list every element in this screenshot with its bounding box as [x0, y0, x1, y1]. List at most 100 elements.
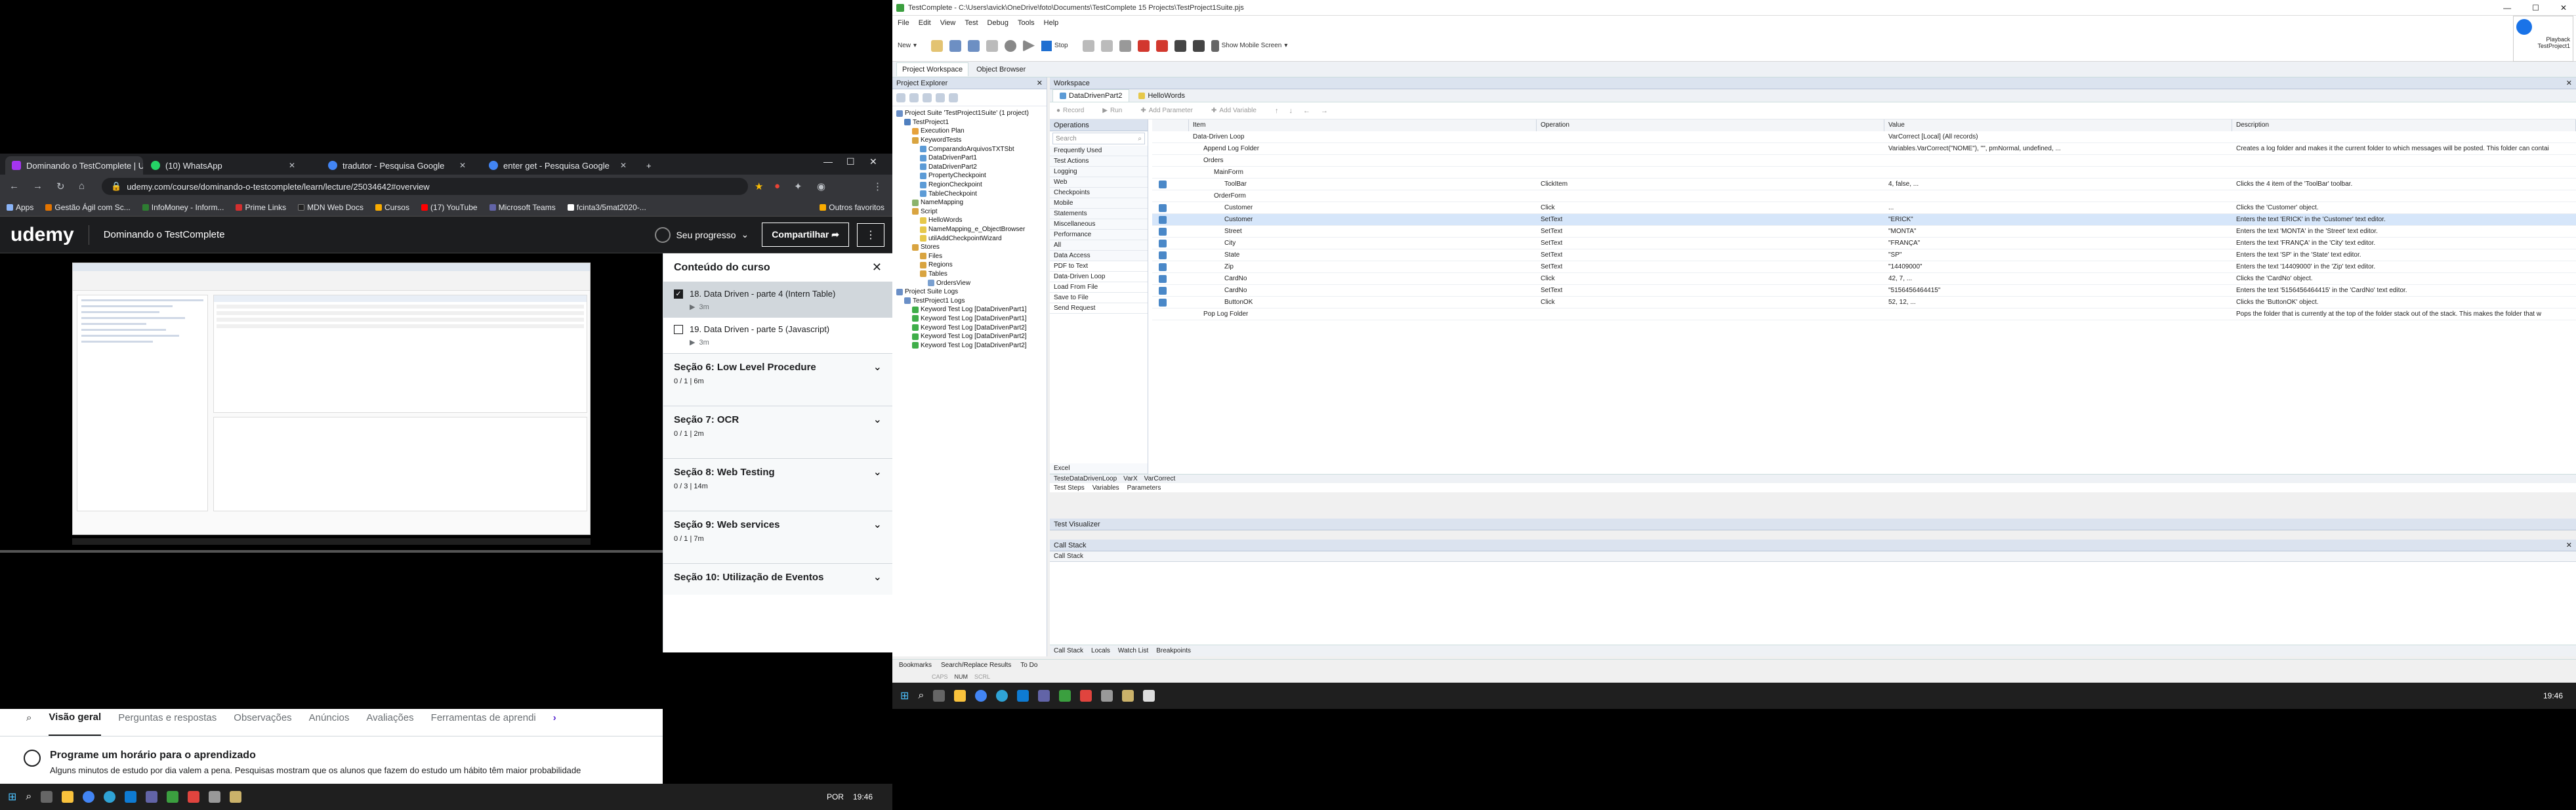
- windows-start-icon[interactable]: ⊞: [8, 790, 16, 803]
- language-indicator[interactable]: POR: [827, 792, 844, 801]
- table-row[interactable]: Street SetText "MONTA" Enters the text 'MON…: [1152, 226, 2576, 238]
- save-all-icon[interactable]: [968, 39, 980, 52]
- strip-item[interactable]: VarCorrect: [1144, 475, 1176, 482]
- bookmark-item[interactable]: fcinta3/5mat2020-...: [567, 203, 646, 212]
- checkpoint-icon[interactable]: [1174, 39, 1186, 52]
- course-title[interactable]: Dominando o TestComplete: [104, 229, 225, 240]
- video-progress-bar[interactable]: [0, 550, 663, 553]
- table-row[interactable]: Pop Log Folder Pops the folder that is cu…: [1152, 309, 2576, 320]
- operations-item[interactable]: Load From File: [1050, 282, 1148, 293]
- tree-item[interactable]: PropertyCheckpoint: [892, 171, 1047, 181]
- tree-item[interactable]: Keyword Test Log [DataDrivenPart1]: [892, 314, 1047, 324]
- close-tab-icon[interactable]: ✕: [459, 161, 466, 170]
- tab-reviews[interactable]: Avaliações: [366, 712, 413, 723]
- chrome-icon[interactable]: [83, 791, 95, 803]
- save-icon[interactable]: [949, 39, 962, 52]
- menu-view[interactable]: View: [940, 19, 956, 27]
- table-row[interactable]: CardNo SetText "5156456464415" Enters the t…: [1152, 285, 2576, 297]
- edge-icon[interactable]: [104, 791, 116, 803]
- tab-test-steps[interactable]: Test Steps: [1054, 484, 1085, 492]
- star-icon[interactable]: ★: [755, 181, 763, 192]
- teams-icon[interactable]: [146, 791, 158, 803]
- strip-item[interactable]: TesteDataDrivenLoop: [1054, 475, 1117, 482]
- task-view-icon[interactable]: [933, 690, 945, 702]
- tab-todo[interactable]: To Do: [1020, 662, 1037, 669]
- table-row[interactable]: OrderForm: [1152, 190, 2576, 202]
- tab-breakpoints[interactable]: Breakpoints: [1156, 647, 1191, 654]
- tree-item[interactable]: Keyword Test Log [DataDrivenPart2]: [892, 341, 1047, 350]
- menu-edit[interactable]: Edit: [919, 19, 931, 27]
- refresh-icon[interactable]: [936, 93, 945, 102]
- record-icon[interactable]: [1005, 39, 1017, 52]
- operations-item[interactable]: Test Actions: [1050, 156, 1148, 167]
- chrome-icon[interactable]: [975, 690, 987, 702]
- run-icon[interactable]: [949, 93, 958, 102]
- extension-icon[interactable]: ●: [774, 181, 780, 192]
- menu-test[interactable]: Test: [965, 19, 978, 27]
- col-header-item[interactable]: Item: [1189, 119, 1537, 131]
- close-icon[interactable]: ✕: [1037, 79, 1043, 87]
- edge-icon[interactable]: [996, 690, 1008, 702]
- vscode-icon[interactable]: [125, 791, 137, 803]
- section-item[interactable]: Seção 10: Utilização de Eventos ⌄: [663, 563, 892, 595]
- tab-call-stack[interactable]: Call Stack: [1054, 647, 1083, 654]
- open-icon[interactable]: [931, 39, 944, 52]
- tree-item[interactable]: Regions: [892, 261, 1047, 270]
- bookmark-item[interactable]: (17) YouTube: [421, 203, 478, 212]
- move-up-icon[interactable]: ↑: [1275, 107, 1279, 115]
- udemy-logo[interactable]: udemy: [10, 224, 74, 246]
- col-header-value[interactable]: Value: [1884, 119, 2232, 131]
- tab-announcements[interactable]: Anúncios: [309, 712, 350, 723]
- table-row[interactable]: Customer SetText "ERICK" Enters the text 'E…: [1152, 214, 2576, 226]
- section-item[interactable]: Seção 7: OCR ⌄ 0 / 1 | 2m: [663, 406, 892, 458]
- tab-watch-list[interactable]: Watch List: [1118, 647, 1148, 654]
- move-down-icon[interactable]: ↓: [1289, 107, 1293, 115]
- lecture-checkbox[interactable]: [674, 324, 683, 334]
- tree-item[interactable]: Project Suite Logs: [892, 288, 1047, 297]
- app-icon[interactable]: [1080, 690, 1092, 702]
- home-icon[interactable]: ⌂: [79, 181, 85, 192]
- url-input[interactable]: 🔒 udemy.com/course/dominando-o-testcompl…: [102, 178, 748, 195]
- table-row[interactable]: ButtonOK Click 52, 12, ... Clicks the 'Butt…: [1152, 297, 2576, 309]
- bookmark-item[interactable]: Microsoft Teams: [489, 203, 556, 212]
- operations-item[interactable]: Checkpoints: [1050, 188, 1148, 198]
- tree-item[interactable]: RegionCheckpoint: [892, 181, 1047, 190]
- tree-item[interactable]: ComparandoArquivosTXTSbt: [892, 144, 1047, 154]
- operations-item[interactable]: Save to File: [1050, 293, 1148, 303]
- show-mobile-screen-button[interactable]: Show Mobile Screen ▾: [1211, 39, 1287, 52]
- tree-item[interactable]: Stores: [892, 243, 1047, 252]
- add-item-icon[interactable]: [909, 93, 919, 102]
- editor-tab-datadrivenpart2[interactable]: DataDrivenPart2: [1052, 89, 1130, 102]
- tree-item[interactable]: Project Suite 'TestProject1Suite' (1 pro…: [892, 109, 1047, 118]
- maximize-icon[interactable]: ☐: [2532, 3, 2539, 12]
- tree-item[interactable]: DataDrivenPart2: [892, 163, 1047, 172]
- app-icon[interactable]: [230, 791, 242, 803]
- new-button[interactable]: New ▾: [898, 42, 917, 49]
- tab-bookmarks[interactable]: Bookmarks: [899, 662, 932, 669]
- browser-tab-tradutor[interactable]: tradutor - Pesquisa Google ✕: [322, 156, 472, 175]
- tree-item[interactable]: OrdersView: [892, 278, 1047, 288]
- operations-item[interactable]: All: [1050, 240, 1148, 251]
- testcomplete-icon[interactable]: [1059, 690, 1071, 702]
- vscode-icon[interactable]: [1017, 690, 1029, 702]
- col-header-description[interactable]: Description: [2232, 119, 2576, 131]
- operations-item[interactable]: Mobile: [1050, 198, 1148, 209]
- tree-item[interactable]: KeywordTests: [892, 136, 1047, 145]
- operations-item[interactable]: Logging: [1050, 167, 1148, 177]
- object-spy-icon[interactable]: [1155, 39, 1168, 52]
- stop-button[interactable]: Stop: [1041, 40, 1068, 51]
- section-item[interactable]: Seção 8: Web Testing ⌄ 0 / 3 | 14m: [663, 458, 892, 511]
- table-row[interactable]: CardNo Click 42, 7, ... Clicks the 'CardNo'…: [1152, 273, 2576, 285]
- tree-item[interactable]: NameMapping_e_ObjectBrowser: [892, 225, 1047, 234]
- playback-widget[interactable]: Playback TestProject1: [2513, 16, 2573, 62]
- file-explorer-icon[interactable]: [62, 791, 74, 803]
- app-icon[interactable]: [1101, 690, 1113, 702]
- chevron-right-icon[interactable]: ›: [553, 712, 556, 723]
- back-icon[interactable]: ←: [9, 181, 19, 192]
- browser-tab-udemy[interactable]: Dominando o TestComplete | U... ✕: [5, 156, 143, 175]
- operations-item[interactable]: PDF to Text: [1050, 261, 1148, 272]
- clock[interactable]: 19:46: [853, 792, 873, 801]
- windows-start-icon[interactable]: ⊞: [900, 689, 909, 702]
- menu-debug[interactable]: Debug: [987, 19, 1008, 27]
- pause-icon[interactable]: [1082, 39, 1094, 52]
